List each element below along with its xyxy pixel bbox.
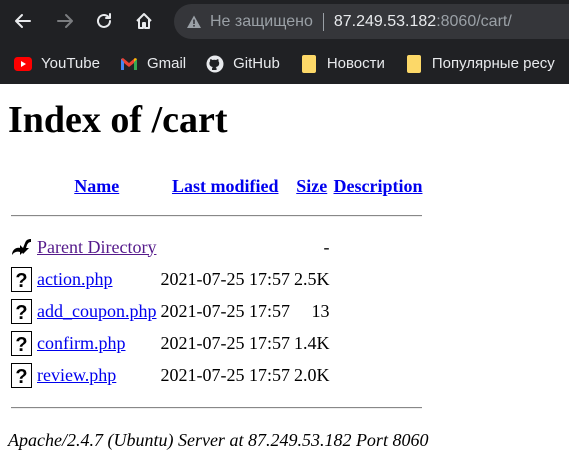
modified-cell: 2021-07-25 17:57 [160, 300, 290, 321]
table-row: ? action.php 2021-07-25 17:57 2.5K [10, 264, 423, 294]
size-cell: - [323, 236, 330, 257]
bookmark-label: GitHub [233, 55, 280, 72]
url-path: :8060/cart/ [436, 12, 512, 30]
icon-cell: ? [10, 296, 34, 326]
bookmark-folder-news[interactable]: Новости [300, 54, 385, 73]
sort-by-description-link[interactable]: Description [333, 176, 422, 196]
divider [11, 214, 423, 216]
address-bar[interactable]: Не защищено 87.249.53.182:8060/cart/ [174, 4, 569, 39]
file-link[interactable]: action.php [37, 269, 112, 289]
page-content: Index of /cart Name Last modified Size D… [0, 98, 569, 451]
icon-cell: ? [10, 264, 34, 294]
browser-toolbar: Не защищено 87.249.53.182:8060/cart/ [0, 0, 569, 43]
separator-row [10, 200, 423, 230]
description-cell [332, 328, 423, 358]
table-row: Parent Directory - [10, 232, 423, 262]
home-button[interactable] [131, 8, 157, 34]
server-signature: Apache/2.4.7 (Ubuntu) Server at 87.249.5… [8, 430, 429, 450]
bookmark-github[interactable]: GitHub [206, 55, 280, 73]
bookmark-gmail[interactable]: Gmail [120, 55, 186, 73]
youtube-icon [14, 55, 32, 73]
bookmark-label: Gmail [146, 55, 187, 72]
browser-chrome: Не защищено 87.249.53.182:8060/cart/ You… [0, 0, 569, 84]
icon-cell: ? [10, 328, 34, 358]
table-row: ? review.php 2021-07-25 17:57 2.0K [10, 360, 423, 390]
directory-listing-table: Name Last modified Size Description Pare… [8, 173, 425, 424]
arrow-right-icon [57, 14, 73, 28]
separator-row [10, 392, 423, 422]
size-cell: 13 [311, 300, 330, 321]
file-link[interactable]: add_coupon.php [37, 301, 156, 321]
icon-header [10, 175, 34, 198]
description-cell [332, 360, 423, 390]
modified-cell: 2021-07-25 17:57 [160, 332, 290, 353]
modified-cell: 2021-07-25 17:57 [160, 268, 290, 289]
folder-icon [300, 54, 318, 73]
arrow-left-icon [15, 14, 31, 28]
back-arrow-icon [12, 238, 31, 255]
svg-text:?: ? [15, 270, 27, 292]
icon-cell [10, 232, 34, 262]
name-cell: review.php [36, 360, 157, 390]
size-cell: 2.5K [293, 268, 330, 289]
bookmarks-bar: YouTube Gmail GitHub Новости Популярные … [0, 43, 569, 84]
github-icon [206, 55, 224, 73]
warning-icon[interactable] [186, 14, 202, 30]
forward-button[interactable] [52, 8, 78, 34]
reload-icon [97, 13, 111, 28]
sort-by-last-modified-link[interactable]: Last modified [172, 176, 279, 196]
bookmark-label: Новости [326, 55, 385, 72]
table-row: ? confirm.php 2021-07-25 17:57 1.4K [10, 328, 423, 358]
description-cell [332, 264, 423, 294]
home-icon [136, 13, 152, 29]
bookmark-label: Популярные ресу [431, 55, 555, 72]
bookmark-youtube[interactable]: YouTube [14, 55, 100, 73]
svg-text:?: ? [15, 302, 27, 324]
file-link[interactable]: confirm.php [37, 333, 125, 353]
gmail-icon [120, 55, 138, 73]
name-cell: action.php [36, 264, 157, 294]
modified-cell: 2021-07-25 17:57 [160, 364, 290, 385]
icon-cell: ? [10, 360, 34, 390]
name-column-header: Name [36, 175, 157, 198]
description-column-header: Description [332, 175, 423, 198]
modified-cell [159, 232, 291, 262]
size-column-header: Size [293, 175, 331, 198]
divider [11, 406, 423, 408]
omnibox-separator [322, 12, 324, 31]
unknown-file-icon: ? [11, 266, 32, 292]
name-cell: confirm.php [36, 328, 157, 358]
svg-text:?: ? [15, 334, 27, 356]
svg-text:?: ? [15, 366, 27, 388]
sort-by-name-link[interactable]: Name [74, 176, 119, 196]
name-cell: Parent Directory [36, 232, 157, 262]
reload-button[interactable] [91, 8, 117, 34]
url-text[interactable]: 87.249.53.182:8060/cart/ [334, 13, 512, 31]
unknown-file-icon: ? [11, 298, 32, 324]
url-host: 87.249.53.182 [333, 12, 437, 30]
table-row: ? add_coupon.php 2021-07-25 17:57 13 [10, 296, 423, 326]
unknown-file-icon: ? [11, 330, 32, 356]
description-cell [332, 296, 423, 326]
table-header-row: Name Last modified Size Description [10, 175, 423, 198]
size-cell: 2.0K [293, 364, 330, 385]
unknown-file-icon: ? [11, 362, 32, 388]
page-title: Index of /cart [8, 99, 228, 141]
last-modified-column-header: Last modified [159, 175, 291, 198]
folder-icon [405, 54, 423, 73]
description-cell [332, 232, 423, 262]
bookmark-folder-popular[interactable]: Популярные ресу [405, 54, 555, 73]
name-cell: add_coupon.php [36, 296, 157, 326]
bookmark-label: YouTube [41, 55, 100, 72]
parent-directory-link[interactable]: Parent Directory [37, 237, 156, 257]
sort-by-size-link[interactable]: Size [296, 176, 327, 196]
size-cell: 1.4K [293, 332, 330, 353]
back-button[interactable] [10, 8, 36, 34]
file-link[interactable]: review.php [37, 365, 116, 385]
security-status-text[interactable]: Не защищено [210, 13, 313, 31]
